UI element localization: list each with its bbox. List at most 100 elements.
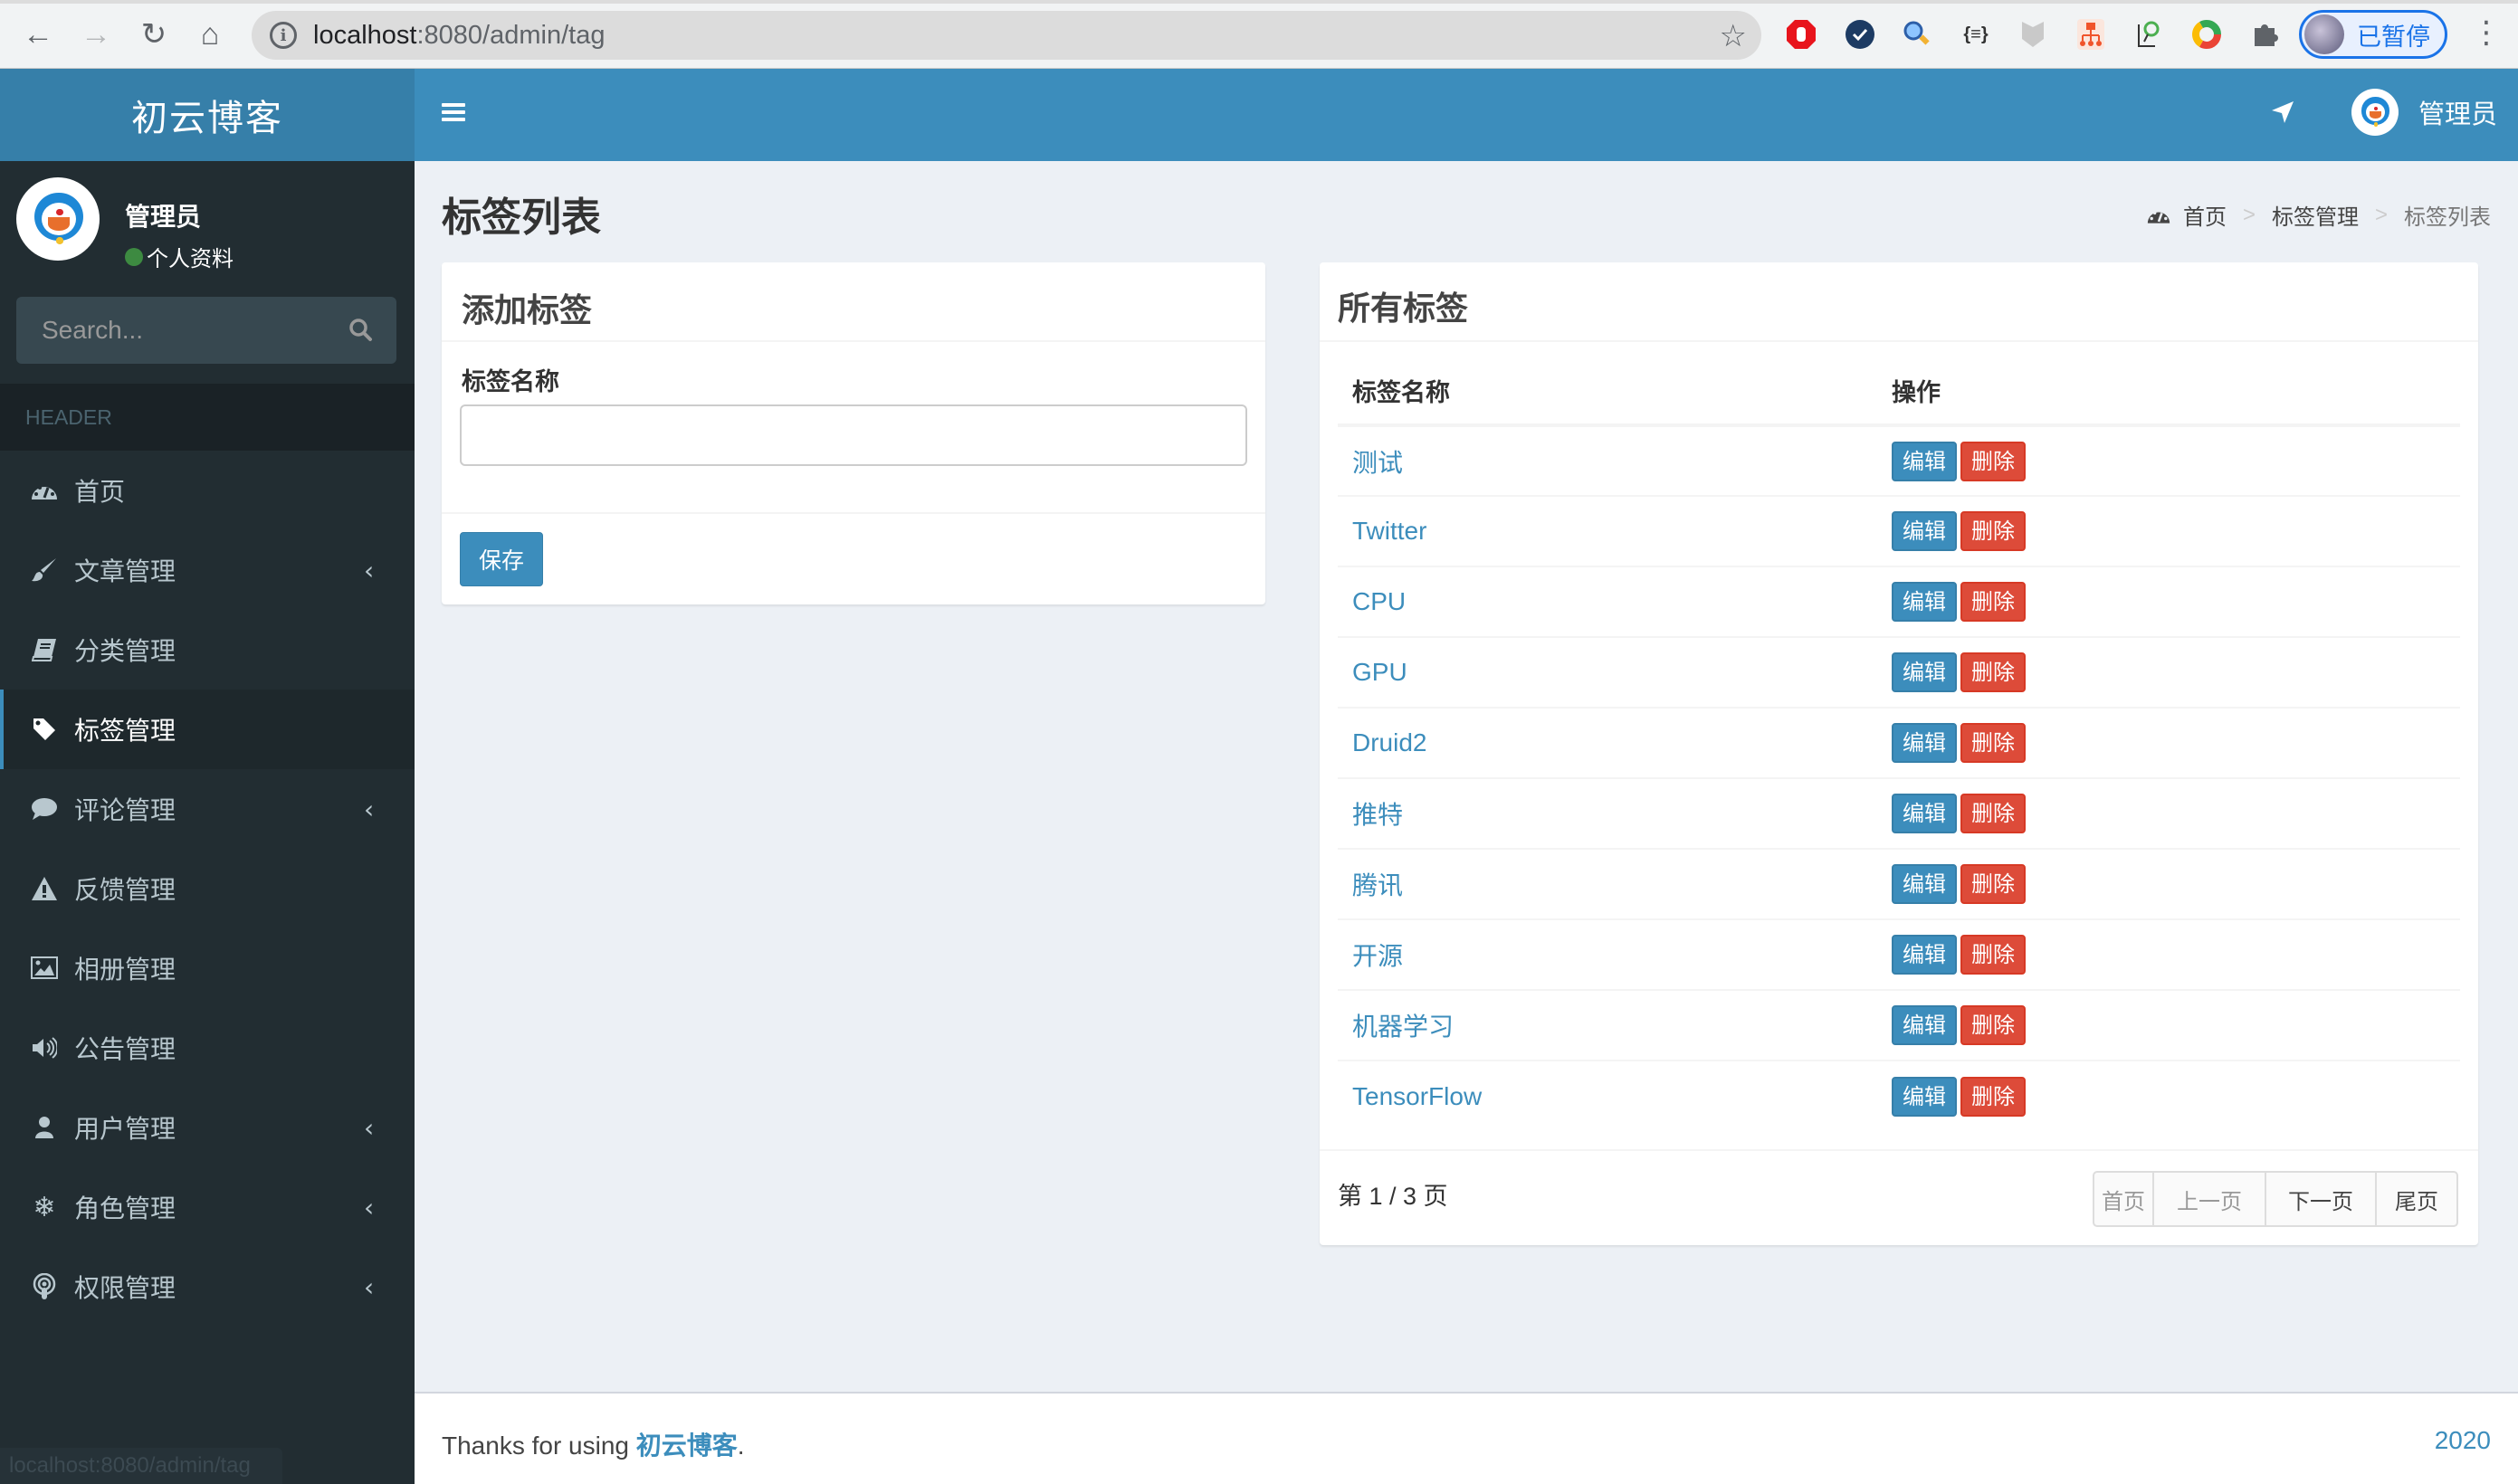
- site-info-icon[interactable]: i: [270, 22, 297, 49]
- sidebar-item-feedback[interactable]: 反馈管理: [0, 849, 415, 928]
- bookmark-star-icon[interactable]: ☆: [1720, 18, 1747, 54]
- sidebar-item-comments[interactable]: 评论管理 ‹: [0, 769, 415, 849]
- edit-button[interactable]: 编辑: [1892, 864, 1957, 904]
- delete-button[interactable]: 删除: [1960, 582, 2026, 622]
- prev-page-button[interactable]: 上一页: [2152, 1171, 2266, 1227]
- forward-button[interactable]: →: [78, 16, 114, 52]
- user-menu[interactable]: 管理员: [2351, 89, 2497, 136]
- adblock-icon[interactable]: [1785, 18, 1817, 51]
- first-page-button[interactable]: 首页: [2093, 1171, 2154, 1227]
- tag-name-cell: CPU: [1338, 566, 1890, 637]
- actions-cell: 编辑 删除: [1890, 566, 2460, 637]
- tag-name-input[interactable]: [460, 404, 1247, 466]
- delete-button[interactable]: 删除: [1960, 864, 2026, 904]
- delete-button[interactable]: 删除: [1960, 723, 2026, 763]
- checkmark-icon[interactable]: [1844, 18, 1876, 51]
- delete-button[interactable]: 删除: [1960, 935, 2026, 975]
- tag-name-link[interactable]: 推特: [1352, 801, 1403, 829]
- tag-list-title: 所有标签: [1338, 290, 1469, 327]
- table-row: 腾讯 编辑 删除: [1338, 848, 2460, 919]
- chevron-left-icon: ‹: [364, 555, 375, 585]
- sidebar-item-label: 文章管理: [74, 557, 176, 585]
- save-button[interactable]: 保存: [460, 532, 543, 586]
- breadcrumb: 首页 > 标签管理 > 标签列表: [2147, 199, 2491, 231]
- sidebar-item-label: 反馈管理: [74, 876, 176, 904]
- tag-name-cell: 开源: [1338, 918, 1890, 990]
- footer-brand-link[interactable]: 初云博客: [636, 1432, 738, 1460]
- breadcrumb-tag-management[interactable]: 标签管理: [2272, 199, 2359, 231]
- sidebar-item-label: 权限管理: [74, 1274, 176, 1302]
- reload-button[interactable]: ↻: [136, 16, 172, 52]
- shield-icon[interactable]: [2017, 18, 2049, 51]
- app-logo[interactable]: 初云博客: [0, 69, 415, 161]
- tag-name-link[interactable]: 机器学习: [1352, 1013, 1454, 1041]
- chevron-left-icon: ‹: [364, 1271, 375, 1302]
- edit-button[interactable]: 编辑: [1892, 1005, 1957, 1045]
- delete-button[interactable]: 删除: [1960, 794, 2026, 833]
- footer: Thanks for using 初云博客. 2020: [415, 1392, 2518, 1484]
- sidebar-item-announcements[interactable]: 公告管理: [0, 1008, 415, 1088]
- delete-button[interactable]: 删除: [1960, 1005, 2026, 1045]
- sidebar-item-categories[interactable]: 分类管理: [0, 610, 415, 690]
- sidebar-item-label: 相册管理: [74, 956, 176, 984]
- top-navbar: 管理员: [415, 69, 2518, 161]
- delete-button[interactable]: 删除: [1960, 652, 2026, 692]
- edit-button[interactable]: 编辑: [1892, 511, 1957, 551]
- sidebar-item-users[interactable]: 用户管理 ‹: [0, 1088, 415, 1167]
- tag-name-link[interactable]: Twitter: [1352, 517, 1426, 545]
- delete-button[interactable]: 删除: [1960, 1076, 2026, 1117]
- volume-icon: [29, 1032, 60, 1063]
- sidebar-search-input[interactable]: [16, 297, 342, 364]
- edit-button[interactable]: 编辑: [1892, 582, 1957, 622]
- sidebar-toggle-icon[interactable]: [442, 103, 465, 123]
- next-page-button[interactable]: 下一页: [2265, 1171, 2377, 1227]
- profile-button[interactable]: 已暂停: [2299, 10, 2447, 59]
- tag-name-link[interactable]: GPU: [1352, 658, 1407, 686]
- sidebar-item-albums[interactable]: 相册管理: [0, 928, 415, 1008]
- location-arrow-icon[interactable]: [2270, 100, 2295, 132]
- json-formatter-icon[interactable]: {≡}: [1960, 18, 1992, 51]
- home-button[interactable]: ⌂: [192, 16, 228, 52]
- edit-button[interactable]: 编辑: [1892, 794, 1957, 833]
- magnifier-icon[interactable]: [1901, 18, 1933, 51]
- edit-button[interactable]: 编辑: [1892, 652, 1957, 692]
- table-row: 推特 编辑 删除: [1338, 777, 2460, 849]
- edit-button[interactable]: 编辑: [1892, 935, 1957, 975]
- edit-button[interactable]: 编辑: [1892, 441, 1957, 481]
- sitemap-icon[interactable]: [2074, 18, 2107, 51]
- tag-name-link[interactable]: 腾讯: [1352, 871, 1403, 899]
- actions-cell: 编辑 删除: [1890, 424, 2460, 496]
- search-doc-icon[interactable]: [2132, 18, 2165, 51]
- puzzle-icon[interactable]: [2248, 18, 2281, 51]
- sidebar-item-label: 角色管理: [74, 1194, 176, 1222]
- tag-name-link[interactable]: TensorFlow: [1352, 1082, 1482, 1110]
- tag-name-link[interactable]: 开源: [1352, 942, 1403, 970]
- delete-button[interactable]: 删除: [1960, 511, 2026, 551]
- user-panel: 管理员 个人资料: [16, 177, 396, 271]
- sidebar-item-tags[interactable]: 标签管理: [0, 690, 415, 769]
- profile-link[interactable]: 个人资料: [125, 241, 234, 272]
- search-icon[interactable]: [348, 317, 373, 342]
- sidebar-item-roles[interactable]: ❄ 角色管理 ‹: [0, 1167, 415, 1247]
- last-page-button[interactable]: 尾页: [2375, 1171, 2458, 1227]
- sidebar-item-permissions[interactable]: 权限管理 ‹: [0, 1247, 415, 1327]
- browser-menu-icon[interactable]: ⋮: [2471, 14, 2502, 51]
- tag-name-link[interactable]: Druid2: [1352, 728, 1426, 756]
- sidebar-item-home[interactable]: 首页: [0, 451, 415, 530]
- comment-icon: [29, 794, 60, 824]
- edit-button[interactable]: 编辑: [1892, 723, 1957, 763]
- address-bar[interactable]: i localhost:8080/admin/tag ☆: [252, 11, 1761, 60]
- url-text[interactable]: localhost:8080/admin/tag: [313, 20, 605, 51]
- tag-name-link[interactable]: 测试: [1352, 449, 1403, 477]
- tag-icon: [29, 714, 60, 745]
- table-row: 测试 编辑 删除: [1338, 424, 2460, 496]
- delete-button[interactable]: 删除: [1960, 441, 2026, 481]
- back-button[interactable]: ←: [20, 16, 56, 52]
- breadcrumb-home[interactable]: 首页: [2183, 199, 2227, 231]
- browser-toolbar: ← → ↻ ⌂ i localhost:8080/admin/tag ☆ {≡}…: [0, 0, 2518, 69]
- tag-name-link[interactable]: CPU: [1352, 587, 1406, 615]
- edit-button[interactable]: 编辑: [1892, 1076, 1957, 1117]
- sidebar-item-articles[interactable]: 文章管理 ‹: [0, 530, 415, 610]
- chrome-ring-icon[interactable]: [2190, 18, 2223, 51]
- table-header-row: 标签名称 操作: [1338, 357, 2460, 427]
